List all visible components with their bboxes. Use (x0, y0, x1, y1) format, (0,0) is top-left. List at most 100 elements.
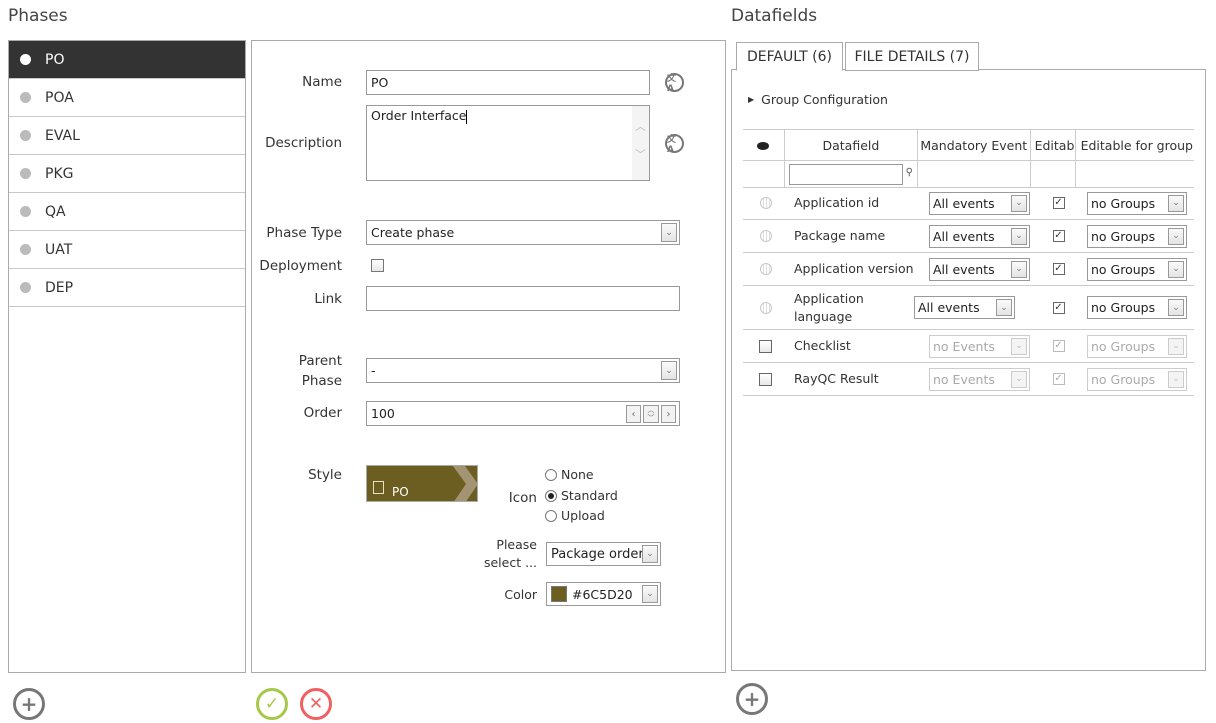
editable-group-value: no Groups (1091, 261, 1156, 277)
radio-icon[interactable] (545, 509, 557, 522)
group-configuration-toggle[interactable]: ▶ Group Configuration (748, 92, 888, 107)
chevron-down-icon[interactable]: ⌄ (1168, 337, 1184, 355)
add-phase-button[interactable]: + (13, 688, 45, 720)
editable-checkbox[interactable]: ✓ (1052, 230, 1065, 242)
phase-item-po[interactable]: PO (9, 41, 245, 79)
datafield-name: Checklist (794, 338, 851, 353)
mandatory-event-select[interactable]: All events ⌄ (929, 257, 1030, 281)
tab-default[interactable]: DEFAULT (6) (736, 42, 843, 71)
decrement-button[interactable]: ‹ (626, 405, 641, 423)
translate-icon[interactable]: 文A (665, 134, 684, 155)
chevron-down-icon[interactable]: ⌄ (1011, 227, 1027, 245)
editable-checkbox[interactable]: ✓ (1052, 340, 1065, 352)
phase-type-select[interactable]: Create phase ⌄ (366, 220, 680, 245)
spin-button[interactable]: ︿ ﹀ (643, 405, 659, 423)
chevron-down-icon[interactable]: ⌄ (1168, 370, 1184, 388)
mandatory-event-select[interactable]: All events ⌄ (914, 296, 1015, 319)
chevron-down-icon[interactable]: ⌄ (642, 545, 658, 563)
mandatory-event-select[interactable]: All events ⌄ (929, 191, 1030, 215)
phases-list: PO POA EVAL PKG QA UAT DEP (8, 40, 246, 673)
chevron-down-icon[interactable]: ⌄ (661, 223, 677, 242)
phase-item-uat[interactable]: UAT (9, 231, 245, 269)
status-dot-icon (20, 54, 31, 65)
filter-icon[interactable]: ⚲ (906, 167, 913, 178)
chevron-down-icon[interactable]: ⌄ (1011, 370, 1027, 388)
datafields-title: Datafields (731, 6, 818, 26)
translate-icon[interactable]: 文A (665, 73, 684, 94)
tab-file-details[interactable]: FILE DETAILS (7) (845, 42, 979, 71)
chevron-down-icon[interactable]: ⌄ (996, 299, 1012, 316)
mandatory-event-value: All events (933, 261, 995, 277)
style-preview: PO (366, 465, 478, 502)
icon-select[interactable]: Package order ⌄ (546, 542, 661, 566)
editable-group-select[interactable]: no Groups ⌄ (1087, 257, 1187, 281)
column-header-editable[interactable]: Editab (1029, 129, 1076, 161)
editable-checkbox[interactable]: ✓ (1052, 197, 1065, 209)
phase-item-eval[interactable]: EVAL (9, 117, 245, 155)
mandatory-event-select[interactable]: no Events ⌄ (929, 334, 1030, 358)
icon-option-none[interactable]: None (545, 467, 594, 482)
mandatory-event-value: All events (933, 228, 995, 244)
row-visibility-checkbox[interactable] (759, 339, 772, 353)
check-icon: ✓ (264, 694, 280, 714)
row-visibility-checkbox[interactable] (759, 372, 772, 386)
icon-option-standard[interactable]: Standard (545, 488, 618, 503)
chevron-down-icon[interactable]: ⌄ (1011, 194, 1027, 212)
column-header-datafield[interactable]: Datafield (783, 129, 918, 161)
editable-group-value: no Groups (1091, 228, 1156, 244)
textarea-scrollbar[interactable]: ︿ ﹀ (632, 106, 649, 180)
phase-item-qa[interactable]: QA (9, 193, 245, 231)
datafield-name: Application id (794, 195, 880, 210)
description-textarea[interactable]: Order Interface ︿ ﹀ (366, 105, 650, 181)
phase-label: QA (45, 203, 66, 220)
chevron-down-icon[interactable]: ⌄ (1011, 337, 1027, 355)
editable-group-select[interactable]: no Groups ⌄ (1087, 191, 1187, 215)
increment-button[interactable]: › (661, 405, 676, 423)
editable-checkbox[interactable]: ✓ (1052, 373, 1065, 385)
link-input[interactable] (366, 286, 680, 311)
radio-icon[interactable] (545, 489, 557, 502)
phase-item-dep[interactable]: DEP (9, 269, 245, 307)
column-header-editable-for-group[interactable]: Editable for group (1074, 129, 1194, 161)
chevron-down-icon[interactable]: ⌄ (1168, 260, 1184, 278)
globe-icon (759, 263, 772, 275)
spin-down-icon[interactable]: ﹀ (648, 414, 655, 422)
column-header-mandatory-event[interactable]: Mandatory Event (916, 129, 1031, 161)
scroll-down-icon[interactable]: ﹀ (635, 146, 646, 162)
visibility-column-header[interactable] (743, 129, 785, 161)
add-datafield-button[interactable]: + (736, 683, 768, 715)
icon-option-upload[interactable]: Upload (545, 508, 605, 523)
color-picker[interactable]: #6C5D20 ⌄ (546, 582, 661, 606)
mandatory-event-select[interactable]: All events ⌄ (929, 224, 1030, 248)
mandatory-event-select[interactable]: no Events ⌄ (929, 367, 1030, 391)
spin-up-icon[interactable]: ︿ (648, 406, 655, 414)
description-label: Description (265, 135, 342, 151)
editable-group-select[interactable]: no Groups ⌄ (1087, 367, 1187, 391)
editable-group-select[interactable]: no Groups ⌄ (1087, 224, 1187, 248)
editable-checkbox[interactable]: ✓ (1052, 263, 1065, 275)
save-button[interactable]: ✓ (256, 688, 288, 720)
chevron-down-icon[interactable]: ⌄ (1168, 194, 1184, 212)
cancel-button[interactable]: ✕ (300, 688, 332, 720)
phase-label: POA (45, 89, 74, 106)
datafield-filter-input[interactable] (788, 163, 903, 185)
color-swatch (551, 586, 567, 602)
editable-group-select[interactable]: no Groups ⌄ (1087, 296, 1187, 319)
chevron-down-icon[interactable]: ⌄ (1168, 227, 1184, 245)
chevron-down-icon[interactable]: ⌄ (1011, 260, 1027, 278)
chevron-down-icon[interactable]: ⌄ (661, 361, 677, 380)
phase-item-poa[interactable]: POA (9, 79, 245, 117)
editable-checkbox[interactable]: ✓ (1052, 301, 1065, 314)
phase-item-pkg[interactable]: PKG (9, 155, 245, 193)
phase-label: DEP (45, 279, 74, 296)
editable-group-select[interactable]: no Groups ⌄ (1087, 334, 1187, 358)
deployment-checkbox[interactable] (371, 259, 384, 272)
order-stepper[interactable]: 100 ‹ ︿ ﹀ › (366, 401, 680, 426)
chevron-down-icon[interactable]: ⌄ (1168, 299, 1184, 316)
chevron-down-icon[interactable]: ⌄ (642, 585, 658, 603)
parent-phase-select[interactable]: - ⌄ (366, 358, 680, 383)
name-input[interactable]: PO (366, 70, 650, 95)
radio-icon[interactable] (545, 468, 557, 481)
link-label: Link (314, 291, 342, 307)
scroll-up-icon[interactable]: ︿ (635, 118, 646, 134)
